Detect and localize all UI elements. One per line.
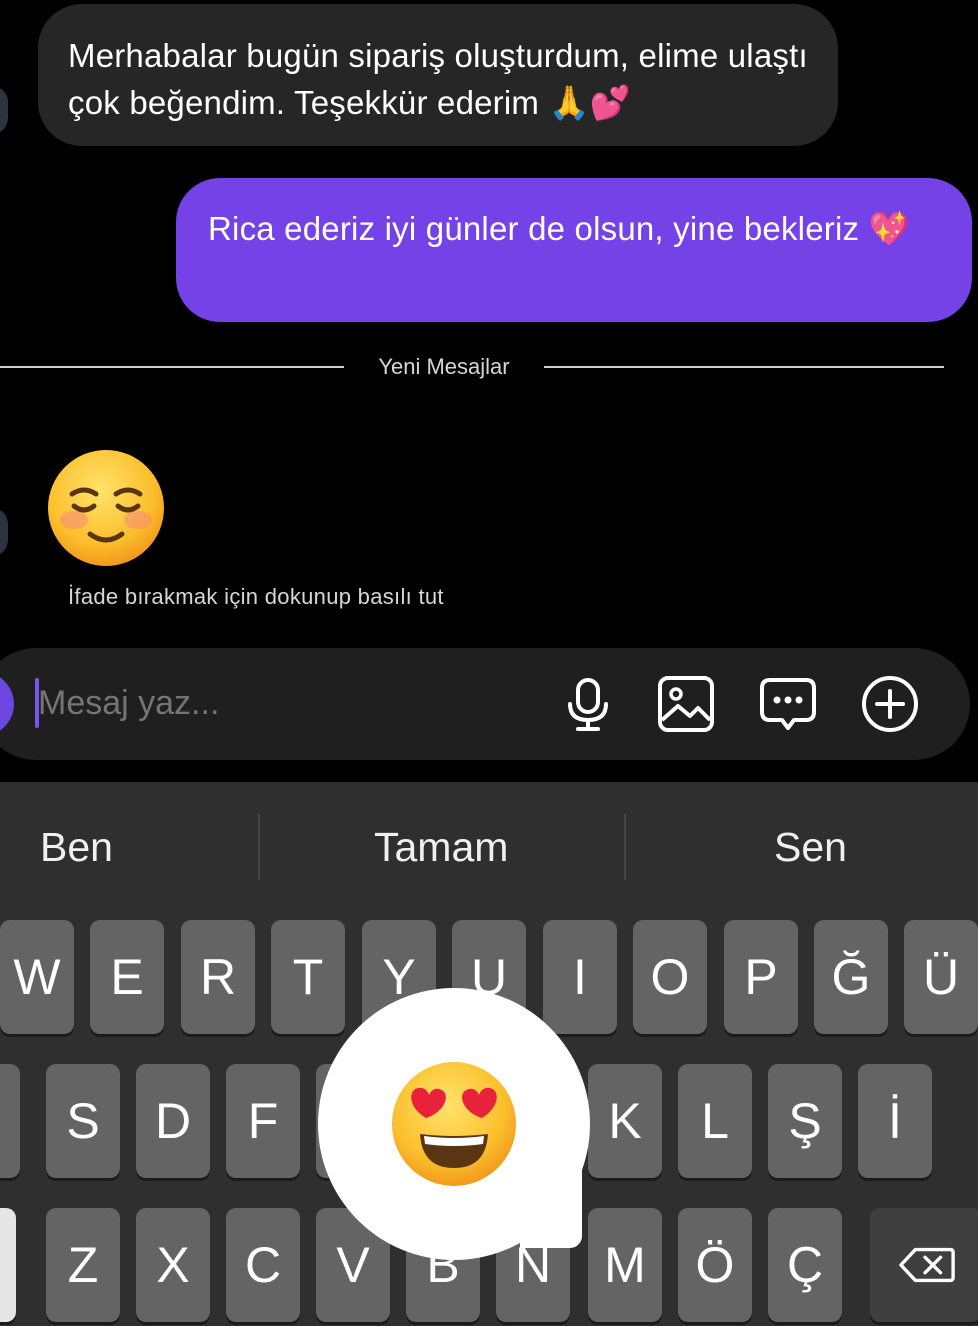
key-u-umlaut[interactable]: Ü (904, 920, 978, 1034)
key-w[interactable]: W (0, 920, 74, 1034)
sender-avatar-2[interactable] (0, 508, 8, 556)
key-e[interactable]: E (90, 920, 164, 1034)
key-f[interactable]: F (226, 1064, 300, 1178)
key-t[interactable]: T (271, 920, 345, 1034)
suggestion-ben[interactable]: Ben (40, 822, 113, 872)
key-p[interactable]: P (724, 920, 798, 1034)
key-c-cedilla[interactable]: Ç (768, 1208, 842, 1322)
key-z[interactable]: Z (46, 1208, 120, 1322)
smiling-face-icon[interactable] (44, 446, 168, 570)
key-l[interactable]: L (678, 1064, 752, 1178)
plus-circle-icon[interactable] (860, 674, 920, 734)
chat-area: Merhabalar bugün sipariş oluşturdum, eli… (0, 0, 978, 782)
text-cursor (35, 678, 39, 728)
key-m[interactable]: M (588, 1208, 662, 1322)
reaction-hint-text: İfade bırakmak için dokunup basılı tut (68, 584, 444, 609)
new-messages-divider: Yeni Mesajlar (0, 352, 944, 382)
microphone-icon[interactable] (558, 674, 618, 734)
suggestion-tamam[interactable]: Tamam (374, 822, 508, 872)
key-d[interactable]: D (136, 1064, 210, 1178)
suggestion-sen[interactable]: Sen (774, 822, 847, 872)
sender-avatar[interactable] (0, 86, 8, 134)
key-r[interactable]: R (181, 920, 255, 1034)
suggestion-bar: Ben Tamam Sen (0, 782, 978, 912)
received-message-bubble[interactable]: Merhabalar bugün sipariş oluşturdum, eli… (38, 4, 838, 146)
suggestion-separator (258, 814, 260, 880)
divider-line-right (544, 366, 944, 368)
key-s-cedilla[interactable]: Ş (768, 1064, 842, 1178)
key-i-dotted[interactable]: İ (858, 1064, 932, 1178)
key-o-umlaut[interactable]: Ö (678, 1208, 752, 1322)
suggestion-separator (624, 814, 626, 880)
sent-message-bubble[interactable]: Rica ederiz iyi günler de olsun, yine be… (176, 178, 972, 322)
heart-eyes-emoji-icon[interactable] (386, 1056, 522, 1192)
key-a[interactable]: A (0, 1064, 20, 1178)
key-i[interactable]: I (543, 920, 617, 1034)
message-input[interactable] (38, 678, 518, 728)
key-o[interactable]: O (633, 920, 707, 1034)
received-message-text: Merhabalar bugün sipariş oluşturdum, eli… (68, 37, 808, 121)
key-g-breve[interactable]: Ğ (814, 920, 888, 1034)
message-composer (0, 648, 970, 760)
divider-line-left (0, 366, 344, 368)
image-icon[interactable] (656, 674, 716, 734)
sticker-chat-icon[interactable] (758, 674, 818, 734)
backspace-icon[interactable] (870, 1208, 978, 1322)
key-s[interactable]: S (46, 1064, 120, 1178)
sent-message-text: Rica ederiz iyi günler de olsun, yine be… (208, 210, 910, 247)
key-x[interactable]: X (136, 1208, 210, 1322)
shift-key[interactable] (0, 1208, 16, 1322)
camera-button[interactable] (0, 672, 14, 736)
key-k[interactable]: K (588, 1064, 662, 1178)
new-messages-label: Yeni Mesajlar (378, 354, 510, 379)
key-c[interactable]: C (226, 1208, 300, 1322)
